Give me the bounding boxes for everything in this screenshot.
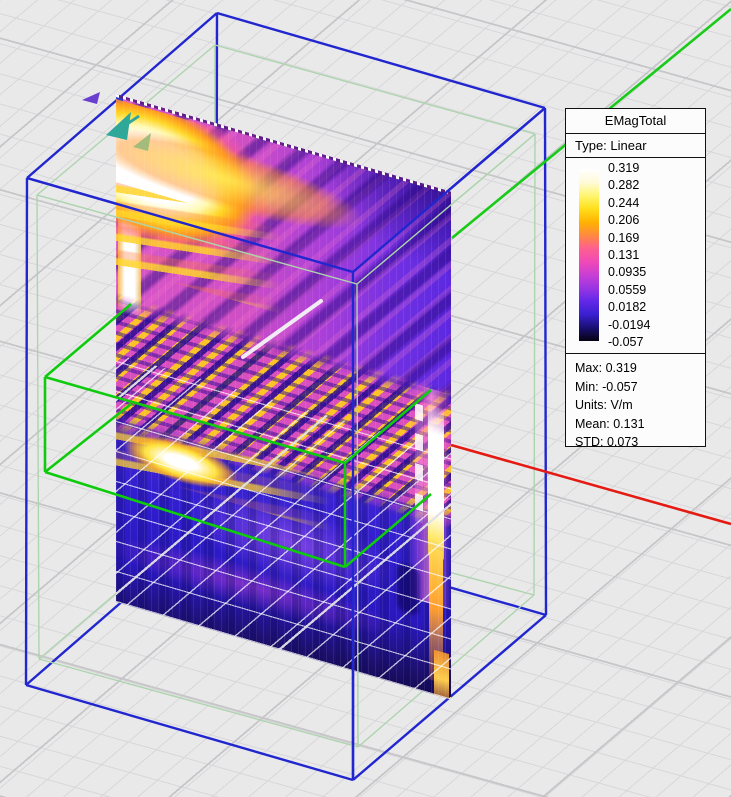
field-plot-legend[interactable]: EMagTotal Type: Linear 0.319 0.282 0.244… [565,108,706,447]
scale-value: 0.131 [608,248,703,262]
scale-value: 0.0935 [608,265,703,279]
simulation-viewport-screenshot: { "legend": { "title": "EMagTotal", "typ… [0,0,731,797]
stat-max: Max: 0.319 [575,359,705,378]
stat-units: Units: V/m [575,396,705,415]
scale-value: -0.057 [608,335,703,349]
legend-scale-section: 0.319 0.282 0.244 0.206 0.169 0.131 0.09… [566,158,705,354]
scale-value: 0.319 [608,161,703,175]
scale-value: -0.0194 [608,318,703,332]
field-cut-plane[interactable] [116,94,451,700]
stat-min: Min: -0.057 [575,378,705,397]
stat-std: STD: 0.073 [575,433,705,452]
scale-value: 0.244 [608,196,703,210]
scale-value: 0.206 [608,213,703,227]
legend-colorbar [579,169,599,341]
legend-scale-values: 0.319 0.282 0.244 0.206 0.169 0.131 0.09… [608,161,703,349]
scale-value: 0.282 [608,178,703,192]
scale-value: 0.169 [608,231,703,245]
legend-title: EMagTotal [566,109,705,134]
scale-value: 0.0182 [608,300,703,314]
3d-viewport[interactable]: EMagTotal Type: Linear 0.319 0.282 0.244… [0,0,731,797]
legend-statistics: Max: 0.319 Min: -0.057 Units: V/m Mean: … [566,354,705,452]
stat-mean: Mean: 0.131 [575,415,705,434]
legend-scale-type: Type: Linear [566,134,705,158]
scale-value: 0.0559 [608,283,703,297]
